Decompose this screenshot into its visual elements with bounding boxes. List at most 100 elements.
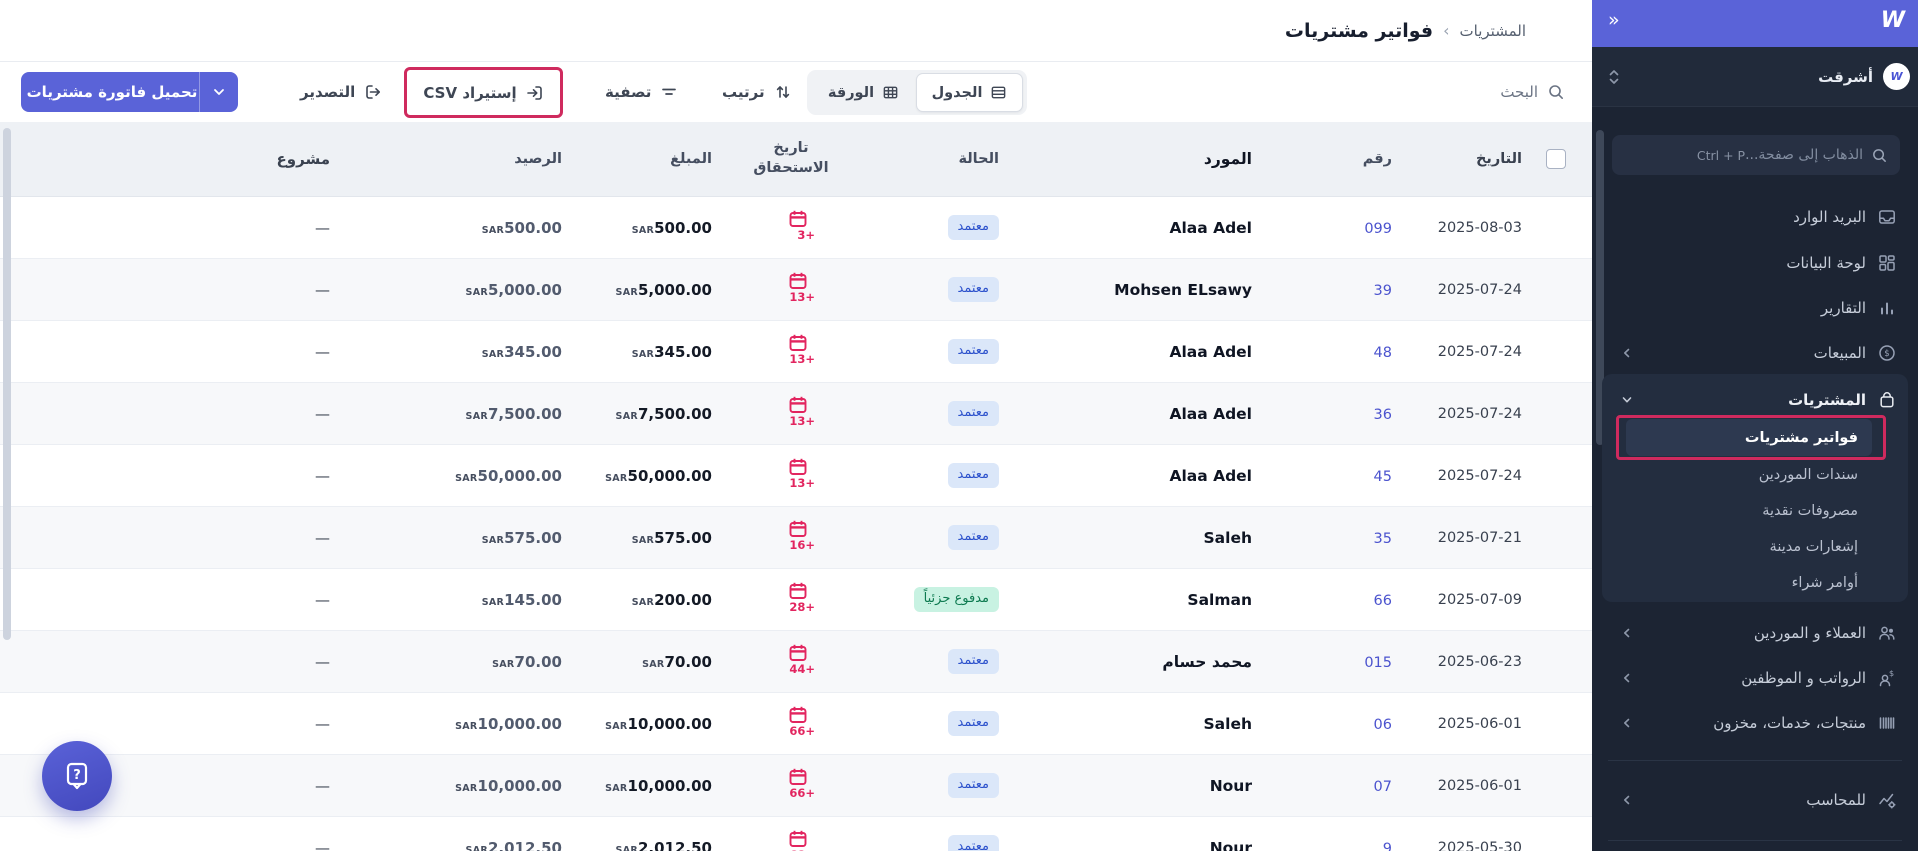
project-cell: — — [134, 591, 374, 609]
header-status[interactable]: الحالة — [814, 151, 1064, 167]
table-row[interactable]: 2025-06-01 06 Saleh معتمد +66 SAR10,000.… — [0, 693, 1592, 755]
status-badge: معتمد — [948, 773, 1000, 798]
invoice-balance: 2,012.50 — [488, 839, 562, 851]
invoice-number-link[interactable]: 35 — [1374, 531, 1392, 547]
sidebar-item-products-inventory[interactable]: منتجات، خدمات، مخزون — [1604, 700, 1906, 745]
view-sheet-tab[interactable]: الورقة — [811, 74, 916, 111]
view-table-tab[interactable]: الجدول — [916, 73, 1023, 112]
invoice-amount: 7,500.00 — [638, 405, 712, 423]
header-project[interactable]: مشروع — [134, 150, 374, 168]
workspace-switcher[interactable]: W أشرقت — [1592, 47, 1918, 107]
purchases-bag-icon — [1878, 391, 1896, 409]
supplier-name: Alaa Adel — [1064, 467, 1314, 485]
sidebar-item-label: المبيعات — [1814, 344, 1866, 362]
export-button[interactable]: التصدير — [300, 62, 382, 122]
table-row[interactable]: 2025-06-01 07 Nour معتمد +66 SAR10,000.0… — [0, 755, 1592, 817]
sidebar-subitem-purchase-orders[interactable]: أوامر شراء — [1626, 564, 1872, 601]
invoice-balance: 5,000.00 — [488, 281, 562, 299]
table-row[interactable]: 2025-07-24 39 Mohsen ELsawy معتمد +13 SA… — [0, 259, 1592, 321]
sort-button[interactable]: ترتيب — [722, 62, 792, 122]
invoice-number-link[interactable]: 099 — [1364, 221, 1392, 237]
goto-shortcut-badge: Ctrl + P — [1697, 148, 1745, 163]
invoice-number-link[interactable]: 07 — [1374, 779, 1392, 795]
sidebar-subitem-label: مصروفات نقدية — [1762, 503, 1858, 519]
breadcrumb-parent[interactable]: المشتريات — [1460, 22, 1526, 40]
sidebar-subitem-debit-notes[interactable]: إشعارات مدينة — [1626, 528, 1872, 565]
header-due-date[interactable]: تاريخ الاستحقاق — [714, 139, 814, 178]
sidebar-item-customers-suppliers[interactable]: العملاء و الموردين — [1604, 610, 1906, 655]
project-cell: — — [134, 777, 374, 795]
table-row[interactable]: 2025-06-23 015 محمد حسام معتمد +44 SAR70… — [0, 631, 1592, 693]
invoice-amount: 10,000.00 — [628, 715, 712, 733]
table-row[interactable]: 2025-05-30 9 Nour معتمد +68 SAR2,012.50 … — [0, 817, 1592, 851]
invoice-amount: 345.00 — [654, 343, 712, 361]
create-invoice-button[interactable]: تحميل فاتورة مشتريات — [21, 72, 238, 112]
supplier-name: Nour — [1064, 839, 1314, 851]
invoice-balance: 145.00 — [504, 591, 562, 609]
sidebar-subitem-purchase-invoices[interactable]: فواتير مشتريات — [1626, 419, 1872, 456]
invoice-number-link[interactable]: 9 — [1383, 841, 1392, 851]
invoice-number-link[interactable]: 36 — [1374, 407, 1392, 423]
chevron-down-icon[interactable] — [200, 72, 238, 112]
sidebar-item-inbox[interactable]: البريد الوارد — [1604, 194, 1906, 239]
sidebar-item-payroll-employees[interactable]: $ الرواتب و الموظفين — [1604, 655, 1906, 700]
accountant-icon — [1878, 791, 1896, 809]
sidebar-item-accountant[interactable]: للمحاسب — [1604, 777, 1906, 822]
due-date-calendar-icon: +66 — [774, 705, 808, 738]
table-row[interactable]: 2025-07-24 48 Alaa Adel معتمد +13 SAR345… — [0, 321, 1592, 383]
sidebar-header: W » — [1592, 0, 1918, 47]
workspace-avatar: W — [1883, 63, 1910, 90]
sidebar-item-sales[interactable]: $ المبيعات — [1604, 330, 1906, 375]
help-button[interactable]: ? — [42, 741, 112, 811]
table-row[interactable]: 2025-07-24 45 Alaa Adel معتمد +13 SAR50,… — [0, 445, 1592, 507]
invoice-date: 2025-07-24 — [1434, 406, 1546, 422]
header-amount[interactable]: المبلغ — [564, 151, 714, 167]
invoice-number-link[interactable]: 39 — [1374, 283, 1392, 299]
supplier-name: Alaa Adel — [1064, 405, 1314, 423]
search-label: البحث — [1500, 83, 1538, 101]
main-scrollbar[interactable] — [3, 128, 11, 640]
sidebar-collapse-icon[interactable]: » — [1608, 9, 1620, 31]
table-row[interactable]: 2025-07-09 66 Salman مدفوع جزئياً +28 SA… — [0, 569, 1592, 631]
chevron-left-icon — [1620, 671, 1634, 685]
invoice-number-link[interactable]: 66 — [1374, 593, 1392, 609]
invoice-number-link[interactable]: 015 — [1364, 655, 1392, 671]
header-balance[interactable]: الرصيد — [374, 151, 564, 167]
chevron-left-icon — [1620, 626, 1634, 640]
invoice-number-link[interactable]: 45 — [1374, 469, 1392, 485]
status-badge: معتمد — [948, 649, 1000, 674]
sidebar-item-label: العملاء و الموردين — [1754, 624, 1866, 642]
search-icon — [1547, 83, 1565, 101]
import-csv-button[interactable]: إستيراد CSV — [423, 84, 543, 102]
table-row[interactable]: 2025-07-21 35 Saleh معتمد +16 SAR575.00 … — [0, 507, 1592, 569]
sidebar-item-reports[interactable]: التقارير — [1604, 285, 1906, 330]
sidebar-subitem-supplier-credit-notes[interactable]: سندات الموردين — [1626, 456, 1872, 493]
help-icon: ? — [62, 760, 92, 792]
status-badge: معتمد — [948, 401, 1000, 426]
invoice-amount: 200.00 — [654, 591, 712, 609]
app-logo[interactable]: W — [1881, 8, 1904, 33]
sidebar-divider — [1608, 840, 1902, 841]
workspace-name: أشرقت — [1818, 68, 1873, 86]
supplier-name: Saleh — [1064, 715, 1314, 733]
search-button[interactable]: البحث — [1500, 62, 1565, 122]
goto-page-input[interactable]: الذهاب إلى صفحة... Ctrl + P — [1612, 135, 1900, 175]
header-number[interactable]: رقم — [1314, 151, 1434, 167]
sidebar-subitem-cash-expenses[interactable]: مصروفات نقدية — [1626, 492, 1872, 529]
filter-button[interactable]: تصفية — [605, 62, 678, 122]
main-content: المشتريات ‹ فواتير مشتريات تحميل فاتورة … — [0, 0, 1592, 851]
header-date[interactable]: التاريخ — [1434, 151, 1546, 167]
header-supplier[interactable]: المورد — [1064, 150, 1314, 168]
sidebar-item-dashboard[interactable]: لوحة البيانات — [1604, 240, 1906, 285]
table-row[interactable]: 2025-07-24 36 Alaa Adel معتمد +13 SAR7,5… — [0, 383, 1592, 445]
invoice-number-link[interactable]: 06 — [1374, 717, 1392, 733]
select-all-checkbox[interactable] — [1546, 149, 1566, 169]
breadcrumb-separator-icon: ‹ — [1443, 21, 1449, 40]
purchases-group: المشتريات فواتير مشتريات سندات الموردين … — [1602, 374, 1908, 602]
table-row[interactable]: 2025-08-03 099 Alaa Adel معتمد +3 SAR500… — [0, 197, 1592, 259]
sidebar-item-purchases[interactable]: المشتريات — [1604, 378, 1906, 422]
sidebar-item-label: المشتريات — [1788, 391, 1866, 409]
due-days-offset: +13 — [788, 414, 816, 428]
invoice-number-link[interactable]: 48 — [1374, 345, 1392, 361]
create-invoice-label: تحميل فاتورة مشتريات — [21, 83, 199, 101]
